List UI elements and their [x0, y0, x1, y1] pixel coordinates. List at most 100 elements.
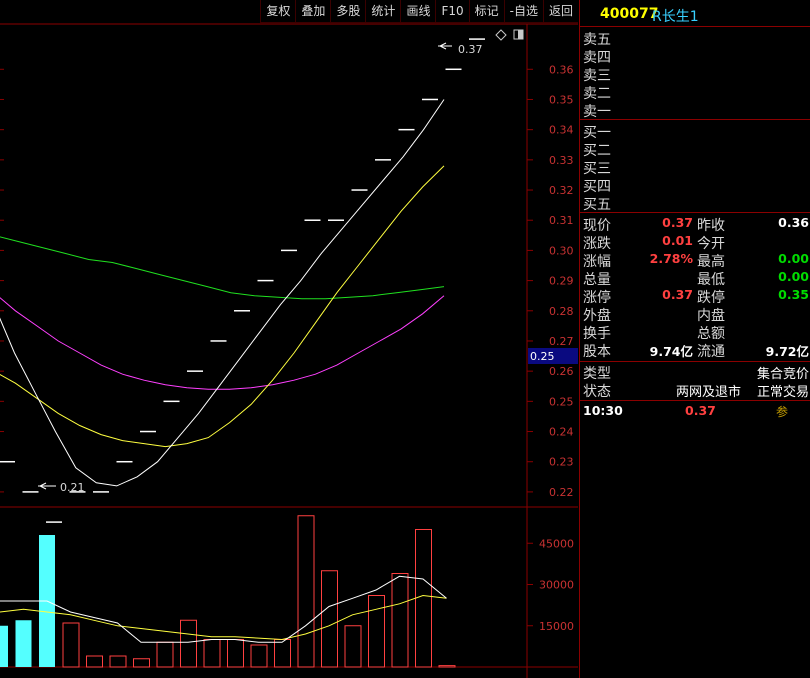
- price-tick-label: 0.22: [549, 486, 574, 499]
- price-tick-label: 0.32: [549, 184, 574, 197]
- low-label: 0.21: [60, 481, 85, 494]
- buy-2-label: 买二: [583, 143, 611, 159]
- high-annotation: 0.37: [438, 42, 483, 56]
- sell-1-row: 卖一: [580, 101, 810, 120]
- volume-bar: [415, 529, 432, 668]
- quote-row: 涨幅 2.78% 最高 0.00: [580, 251, 810, 270]
- draw-line-button[interactable]: 画线: [400, 0, 436, 23]
- quote-label: 股本: [583, 344, 611, 360]
- volume-bar: [0, 625, 8, 667]
- low-annotation: 0.21: [38, 481, 85, 494]
- quote-value: 9.74亿: [649, 344, 693, 359]
- quote-value: 2.78%: [649, 251, 693, 266]
- price-tick-label: 0.34: [549, 124, 574, 137]
- quote-value-2: 9.72亿: [765, 344, 809, 359]
- quote-row: 外盘 内盘: [580, 305, 810, 324]
- price-tick-label: 0.27: [549, 335, 574, 348]
- quote-label: 总量: [583, 272, 611, 288]
- quote-row: 涨停 0.37 跌停 0.35: [580, 287, 810, 306]
- volume-ma-lines: [0, 575, 447, 643]
- type-row: 类型 集合竞价: [580, 363, 810, 382]
- volume-ma-yellow-line: [0, 594, 447, 641]
- stock-code: 400077: [600, 6, 659, 22]
- back-button[interactable]: 返回: [542, 0, 578, 23]
- volume-bar: [86, 655, 103, 668]
- quote-label: 外盘: [583, 308, 611, 324]
- divider: [580, 400, 810, 401]
- divider: [580, 212, 810, 213]
- volume-tick-label: 45000: [539, 537, 574, 550]
- quote-value-2: 0.35: [778, 287, 809, 302]
- stock-name: R长生1: [652, 9, 699, 25]
- quote-value-2: 0.36: [778, 215, 809, 230]
- buy-5-label: 买五: [583, 197, 611, 213]
- ma-lines: [0, 99, 445, 487]
- quote-row: 股本 9.74亿 流通 9.72亿: [580, 341, 810, 360]
- state-value: 两网及退市: [676, 385, 742, 400]
- sell-1-label: 卖一: [583, 104, 611, 120]
- mark-button[interactable]: 标记: [468, 0, 504, 23]
- current-price-label: 0.25: [530, 350, 555, 363]
- tick-row[interactable]: 10:30 0.37 参: [580, 403, 810, 420]
- sell-3-row: 卖三: [580, 65, 810, 84]
- volume-bar: [391, 573, 409, 668]
- price-tick-label: 0.24: [549, 426, 574, 439]
- volume-bar: [180, 619, 197, 668]
- stock-header: 400077 R长生1: [580, 0, 810, 27]
- volume-bar: [274, 639, 291, 668]
- price-tick-label: 0.23: [549, 456, 574, 469]
- quote-label-2: 昨收: [697, 218, 725, 234]
- overlay-button[interactable]: 叠加: [295, 0, 331, 23]
- type-label: 类型: [583, 366, 611, 382]
- quote-value: 0.37: [662, 287, 693, 302]
- statistics-button[interactable]: 统计: [365, 0, 401, 23]
- remove-watchlist-button[interactable]: -自选: [503, 0, 543, 23]
- quote-panel: 400077 R长生1 卖五 卖四 卖三 卖二 卖一 买一 买二 买三 买四 买…: [579, 0, 810, 678]
- f10-button[interactable]: F10: [435, 0, 469, 23]
- price-tick-label: 0.33: [549, 154, 574, 167]
- sell-5-row: 卖五: [580, 29, 810, 48]
- tick-price: 0.37: [685, 403, 716, 418]
- ma-yellow-line: [0, 165, 445, 448]
- state-label: 状态: [583, 384, 611, 400]
- price-tick-label: 0.30: [549, 244, 574, 257]
- quote-label: 换手: [583, 326, 611, 342]
- tick-time: 10:30: [583, 403, 623, 418]
- restore-rights-button[interactable]: 复权: [260, 0, 296, 23]
- volume-bar: [344, 625, 362, 668]
- volume-bar: [368, 595, 385, 668]
- quote-label: 涨幅: [583, 254, 611, 270]
- price-tick-label: 0.28: [549, 305, 574, 318]
- quote-label-2: 跌停: [697, 290, 725, 306]
- price-tick-label: 0.25: [549, 395, 574, 408]
- quote-value: 0.01: [662, 233, 693, 248]
- quote-label-2: 流通: [697, 344, 725, 360]
- volume-bar: [438, 665, 456, 668]
- volume-tick-label: 30000: [539, 579, 574, 592]
- sell-4-label: 卖四: [583, 50, 611, 66]
- toolbar: 复权 叠加 多股 统计 画线 F10 标记 -自选 返回: [0, 0, 578, 24]
- type-value: 集合竞价: [756, 367, 809, 382]
- quote-value: 0.37: [662, 215, 693, 230]
- volume-bar: [203, 639, 221, 668]
- quote-row: 涨跌 0.01 今开: [580, 233, 810, 252]
- multi-stock-button[interactable]: 多股: [330, 0, 366, 23]
- quote-label-2: 今开: [697, 236, 725, 252]
- diamond-icon[interactable]: [495, 29, 507, 41]
- price-bars: [0, 38, 485, 523]
- buy-2-row: 买二: [580, 140, 810, 159]
- quote-row: 现价 0.37 昨收 0.36: [580, 215, 810, 234]
- high-label: 0.37: [458, 43, 483, 56]
- kline-chart[interactable]: 0.36 0.35 0.34 0.33 0.32 0.31 0.30 0.29 0.28 0.27…: [0, 0, 578, 678]
- buy-3-row: 买三: [580, 158, 810, 177]
- buy-4-label: 买四: [583, 179, 611, 195]
- trade-state-value: 正常交易: [756, 385, 809, 400]
- sell-5-label: 卖五: [583, 32, 611, 48]
- quote-label: 涨跌: [583, 236, 611, 252]
- window-icon[interactable]: [513, 29, 524, 40]
- volume-ma-white-line: [0, 575, 447, 643]
- price-tick-label: 0.36: [549, 63, 574, 76]
- price-tick-label: 0.35: [549, 93, 574, 106]
- quote-label: 涨停: [583, 290, 611, 306]
- quote-label-2: 最高: [697, 254, 725, 270]
